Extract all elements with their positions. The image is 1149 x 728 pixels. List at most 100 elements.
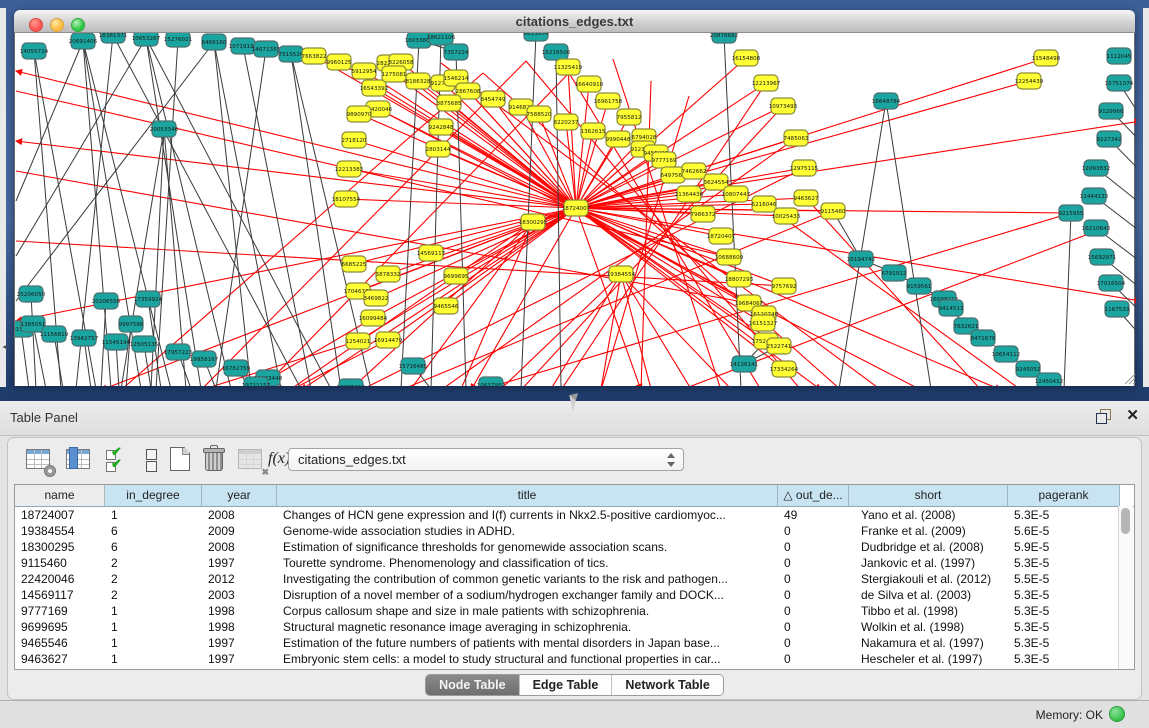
table-row[interactable]: 1830029562008Estimation of significance … <box>15 539 1134 555</box>
graph-node[interactable]: 6466160 <box>202 34 227 50</box>
graph-node[interactable]: 10835412 <box>337 379 365 386</box>
memory-status-indicator[interactable] <box>1109 706 1125 722</box>
graph-node[interactable]: 20053346 <box>150 121 179 137</box>
graph-node[interactable]: 3875685 <box>437 95 462 111</box>
graph-node[interactable]: 19958167 <box>190 351 219 367</box>
table-settings-button[interactable] <box>24 445 54 475</box>
table-row[interactable]: 977716911998Corpus callosum shape and si… <box>15 603 1134 619</box>
graph-node[interactable]: 18300295 <box>519 214 548 230</box>
graph-node[interactable]: 10654112 <box>992 346 1020 362</box>
graph-node[interactable]: 9159561 <box>907 278 932 294</box>
graph-node[interactable]: 9960125 <box>327 54 352 70</box>
tab-edge-table[interactable]: Edge Table <box>520 675 613 695</box>
graph-node[interactable]: 16154808 <box>732 50 761 66</box>
graph-node[interactable]: 9890970 <box>347 106 372 122</box>
graph-node[interactable]: 10653267 <box>132 33 161 46</box>
graph-node[interactable]: 13942757 <box>70 330 99 346</box>
graph-node[interactable]: 16782759 <box>222 360 251 376</box>
graph-node[interactable]: 3469822 <box>364 290 389 306</box>
graph-node[interactable]: 9242848 <box>429 119 454 135</box>
graph-node[interactable]: 18107554 <box>332 191 361 207</box>
graph-node[interactable]: 2718120 <box>342 132 367 148</box>
graph-node[interactable]: 15692971 <box>1088 249 1117 265</box>
graph-node[interactable]: 14136141 <box>730 356 759 372</box>
table-row[interactable]: 1456911722003Disruption of a novel membe… <box>15 587 1134 603</box>
graph-node[interactable]: 7588520 <box>527 106 552 122</box>
graph-node[interactable]: 9414513 <box>939 300 964 316</box>
graph-node[interactable]: 16099484 <box>359 310 388 326</box>
graph-node[interactable]: 9997588 <box>119 316 144 332</box>
graph-node[interactable]: 12093832 <box>1082 160 1110 176</box>
graph-node[interactable]: 7485063 <box>784 130 809 146</box>
graph-node[interactable]: 14671355 <box>252 41 281 57</box>
scrollbar-thumb[interactable] <box>1121 508 1130 534</box>
table-row[interactable]: 946362711997Embryonic stem cells: a mode… <box>15 651 1134 667</box>
graph-node[interactable]: 8220237 <box>554 114 579 130</box>
table-selector-dropdown[interactable]: citations_edges.txt <box>288 448 684 471</box>
graph-node[interactable]: 11325419 <box>554 59 583 75</box>
row-selection-button[interactable]: ✔ ✔ <box>104 445 134 475</box>
graph-node[interactable]: 12213383 <box>335 161 364 177</box>
graph-node[interactable]: 6791912 <box>882 265 907 281</box>
column-header-pagerank[interactable]: pagerank <box>1008 485 1120 506</box>
graph-node[interactable]: 7515526 <box>279 46 304 62</box>
table-row[interactable]: 1872400712008Changes of HCN gene express… <box>15 507 1134 523</box>
graph-node[interactable]: 8454749 <box>481 91 506 107</box>
graph-node[interactable]: 12213967 <box>752 75 781 91</box>
close-panel-icon[interactable]: ✕ <box>1126 407 1139 425</box>
graph-node[interactable]: 1362615 <box>581 123 606 139</box>
graph-node[interactable]: 1167533 <box>1105 301 1130 317</box>
graph-node[interactable]: 14055724 <box>20 43 49 59</box>
graph-node[interactable]: 1254021 <box>346 333 371 349</box>
network-graph[interactable]: 1405572420691406183813711065326715276021… <box>15 33 1136 386</box>
table-row[interactable]: 1938455462009Genome-wide association stu… <box>15 523 1134 539</box>
graph-node[interactable]: 9227342 <box>1097 131 1122 147</box>
graph-node[interactable]: 11156819 <box>40 326 69 342</box>
graph-node[interactable]: 1275081 <box>382 66 407 82</box>
column-header-year[interactable]: year <box>202 485 277 506</box>
graph-node[interactable]: 9215955 <box>1059 205 1084 221</box>
graph-node[interactable]: 7357224 <box>444 44 469 60</box>
graph-node[interactable]: 25206050 <box>17 286 46 302</box>
column-header-name[interactable]: name <box>15 485 105 506</box>
graph-node[interactable]: 12505135 <box>130 336 159 352</box>
float-panel-icon[interactable] <box>1096 409 1111 424</box>
graph-node[interactable]: 2522741 <box>767 338 792 354</box>
graph-node[interactable]: 8471676 <box>971 330 996 346</box>
graph-node[interactable]: 20206556 <box>92 293 121 309</box>
delete-table-button-disabled[interactable]: ✖ <box>236 445 266 475</box>
graph-node[interactable]: 11548498 <box>1032 50 1061 66</box>
graph-node[interactable]: 5912954 <box>352 63 377 79</box>
graph-node[interactable]: 9699695 <box>444 268 469 284</box>
graph-node[interactable]: 18381371 <box>99 33 128 43</box>
create-column-button[interactable] <box>166 445 196 475</box>
graph-node[interactable]: 17359924 <box>134 291 163 307</box>
graph-node[interactable]: 10973493 <box>769 98 798 114</box>
graph-node[interactable]: 9245052 <box>1016 361 1041 377</box>
show-columns-button[interactable] <box>64 445 94 475</box>
column-header-title[interactable]: title <box>277 485 778 506</box>
column-header-out_de[interactable]: △ out_de... <box>778 485 849 506</box>
graph-node[interactable]: 20691406 <box>69 33 98 49</box>
graph-node[interactable]: 9463627 <box>794 190 819 206</box>
graph-node[interactable]: 16151327 <box>749 315 778 331</box>
graph-node[interactable]: 12254439 <box>1015 73 1044 89</box>
graph-node[interactable]: 12450412 <box>1035 373 1063 386</box>
window-titlebar[interactable]: citations_edges.txt <box>14 10 1135 33</box>
graph-node[interactable]: 18720407 <box>707 228 736 244</box>
graph-node[interactable]: 9990448 <box>606 131 631 147</box>
graph-node[interactable]: 20878682 <box>710 33 738 43</box>
graph-node[interactable]: 1112045 <box>1107 48 1132 64</box>
graph-node[interactable]: 11545194 <box>102 334 131 350</box>
graph-node[interactable]: 14569117 <box>417 245 446 261</box>
graph-node[interactable]: 16194742 <box>847 251 875 267</box>
canvas-resize-grip[interactable] <box>1125 374 1135 384</box>
graph-node[interactable]: 18621106 <box>427 33 456 45</box>
graph-node[interactable]: 19384554 <box>607 266 636 282</box>
tab-network-table[interactable]: Network Table <box>612 675 723 695</box>
graph-node[interactable]: 18724007 <box>562 200 591 216</box>
graph-node[interactable]: 16914479 <box>374 332 403 348</box>
network-canvas[interactable]: 1405572420691406183813711065326715276021… <box>14 33 1135 386</box>
graph-node[interactable]: 12975115 <box>790 160 819 176</box>
graph-node[interactable]: 19722157 <box>242 377 271 386</box>
